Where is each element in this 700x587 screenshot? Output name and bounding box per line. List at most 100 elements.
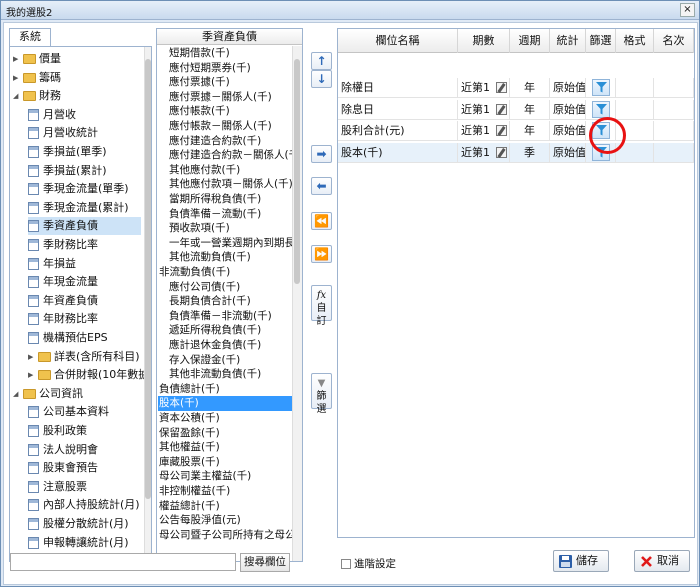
field-list-scroll-thumb[interactable] [294, 59, 300, 284]
edit-icon[interactable] [496, 125, 507, 136]
tree-scroll-thumb[interactable] [145, 59, 151, 499]
field-list-item[interactable]: 其他流動負債(千) [158, 250, 292, 265]
field-list-item[interactable]: 存入保證金(千) [158, 353, 292, 368]
expand-arrow-icon[interactable]: ◢ [13, 87, 22, 105]
field-list-item[interactable]: 其他應付款項－關係人(千) [158, 177, 293, 192]
column-header[interactable]: 名次 [654, 29, 694, 53]
field-list-item[interactable]: 短期借款(千) [158, 46, 292, 61]
period-cell[interactable]: 近第1 [458, 78, 510, 98]
tree-item[interactable]: 年損益 [28, 255, 141, 273]
tree-item[interactable]: 年現金流量 [28, 273, 141, 291]
tree-item[interactable]: 內部人持股統計(月) [28, 496, 141, 514]
edit-icon[interactable] [496, 146, 507, 158]
column-header[interactable]: 週期 [510, 29, 550, 53]
add-field-button[interactable]: ➡ [311, 145, 332, 163]
grid-row[interactable]: 除息日 近第1 年原始值 [338, 99, 694, 120]
field-list-item[interactable]: 非流動負債(千) [158, 265, 292, 280]
tree-item[interactable]: 季資產負債 [28, 217, 141, 236]
field-list-item[interactable]: 資本公積(千) [158, 411, 292, 426]
field-list-item[interactable]: 保留盈餘(千) [158, 426, 292, 441]
field-list-item[interactable]: 應付帳款－關係人(千) [158, 119, 292, 134]
tree-item[interactable]: ▶ 合併財報(10年數據) [28, 366, 151, 384]
tree-item[interactable]: 法人說明會 [28, 441, 141, 459]
field-list-item[interactable]: 遞延所得稅負債(千) [158, 323, 292, 338]
tree-item[interactable]: 注意股票 [28, 478, 141, 496]
tree-item[interactable]: 季現金流量(累計) [28, 199, 141, 217]
filter-button[interactable]: ▼ 篩選 [311, 373, 332, 415]
field-list-item[interactable]: 庫藏股票(千) [158, 455, 292, 470]
field-list-item[interactable]: 當期所得稅負債(千) [158, 192, 292, 207]
search-fields-button[interactable]: 搜尋欄位 [240, 553, 290, 572]
field-list-item[interactable]: 應付帳款(千) [158, 104, 292, 119]
tree-item[interactable]: 股東會預告 [28, 459, 141, 477]
tree-item[interactable]: 年資產負債 [28, 292, 141, 310]
grid-row[interactable]: 股本(千) 近第1 季原始值 [338, 142, 694, 163]
column-header[interactable]: 期數 [458, 29, 510, 53]
grid-row[interactable]: 股利合計(元) 近第1 年原始值 [338, 121, 694, 141]
expand-arrow-icon[interactable]: ◢ [13, 385, 22, 403]
field-list-item[interactable]: 其他權益(千) [158, 440, 292, 455]
tree-item[interactable]: 公司基本資料 [28, 403, 141, 421]
tree-item[interactable]: 年財務比率 [28, 310, 141, 328]
edit-icon[interactable] [496, 82, 507, 93]
tree-item[interactable]: 月營收統計 [28, 124, 141, 142]
tree-item[interactable]: 季損益(單季) [28, 143, 141, 161]
period-cell[interactable]: 近第1 [458, 99, 510, 120]
tree-item[interactable]: 機構預估EPS [28, 329, 141, 347]
move-down-button[interactable]: ↓ [311, 70, 332, 88]
cancel-button[interactable]: 取消 [634, 550, 690, 572]
field-list-item[interactable]: 母公司業主權益(千) [158, 469, 292, 484]
remove-field-button[interactable]: ⬅ [311, 177, 332, 195]
expand-arrow-icon[interactable]: ▶ [28, 366, 37, 384]
field-list-item[interactable]: 股本(千) [158, 396, 292, 411]
field-list-item[interactable]: 長期負債合計(千) [158, 294, 292, 309]
period-cell[interactable]: 近第1 [458, 142, 510, 163]
close-button[interactable]: × [680, 3, 695, 17]
tree-item[interactable]: ▶ 價量 [13, 50, 141, 68]
tree-item[interactable]: 股權分散統計(月) [28, 515, 141, 533]
tree-item[interactable]: ▶ 詳表(含所有科目) [28, 348, 141, 366]
field-list-item[interactable]: 母公司暨子公司所持有之母公司 [158, 528, 302, 543]
advanced-settings-checkbox[interactable] [341, 559, 351, 569]
expand-arrow-icon[interactable]: ▶ [13, 69, 22, 87]
tab-system[interactable]: 系統 [9, 28, 51, 46]
field-list-item[interactable]: 非控制權益(千) [158, 484, 292, 499]
tree-item[interactable]: 月營收 [28, 106, 141, 124]
field-list-item[interactable]: 應付短期票券(千) [158, 61, 292, 76]
field-list-item[interactable]: 應計退休金負債(千) [158, 338, 292, 353]
tree-item[interactable]: 股利政策 [28, 422, 141, 440]
field-list-item[interactable]: 應付建造合約款(千) [158, 134, 292, 149]
add-all-button[interactable]: ⏩ [311, 245, 332, 263]
field-list-item[interactable]: 應付建造合約款－關係人(千) [158, 148, 302, 163]
edit-icon[interactable] [496, 103, 507, 115]
field-list-item[interactable]: 預收款項(千) [158, 221, 292, 236]
field-list-item[interactable]: 應付票據(千) [158, 75, 292, 90]
search-input[interactable] [10, 553, 236, 571]
tree-item[interactable]: 季現金流量(單季) [28, 180, 141, 198]
field-list-item[interactable]: 應付票據－關係人(千) [158, 90, 292, 105]
field-list-item[interactable]: 一年或一營業週期內到期長期 [158, 236, 302, 251]
filter-funnel-icon[interactable] [592, 79, 610, 96]
filter-funnel-icon[interactable] [592, 100, 610, 118]
field-list-item[interactable]: 權益總計(千) [158, 499, 292, 514]
period-cell[interactable]: 近第1 [458, 121, 510, 141]
custom-button[interactable]: fx 自訂 [311, 285, 332, 327]
field-list-item[interactable]: 負債準備－非流動(千) [158, 309, 292, 324]
expand-arrow-icon[interactable]: ▶ [28, 348, 37, 366]
field-list-item[interactable]: 其他應付款(千) [158, 163, 292, 178]
column-header[interactable]: 欄位名稱 [338, 29, 458, 53]
move-up-button[interactable]: ↑ [311, 52, 332, 70]
field-list-item[interactable]: 公告每股淨值(元) [158, 513, 292, 528]
tree-item[interactable]: 季財務比率 [28, 236, 141, 254]
field-list-item[interactable]: 負債總計(千) [158, 382, 292, 397]
field-list-item[interactable]: 負債準備－流動(千) [158, 207, 292, 222]
tree-item[interactable]: ◢ 財務 [13, 87, 141, 105]
column-header[interactable]: 統計 [550, 29, 586, 53]
column-header[interactable]: 格式 [616, 29, 654, 53]
expand-arrow-icon[interactable]: ▶ [13, 50, 22, 68]
column-header[interactable]: 篩選 [586, 29, 616, 53]
field-list-item[interactable]: 其他非流動負債(千) [158, 367, 292, 382]
tree-item[interactable]: 申報轉讓統計(月) [28, 534, 141, 552]
save-button[interactable]: 儲存 [553, 550, 609, 572]
grid-row[interactable]: 除權日 近第1 年原始值 [338, 78, 694, 98]
